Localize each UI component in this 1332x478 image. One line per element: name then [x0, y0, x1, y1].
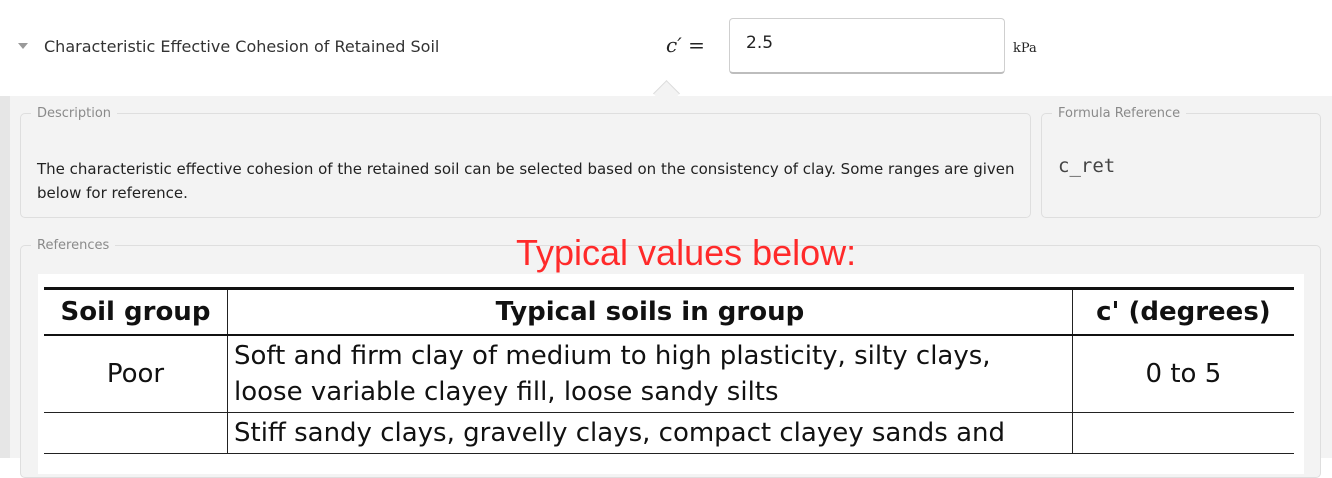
table-cell-value	[1072, 412, 1294, 454]
table-header-cohesion: c' (degrees)	[1072, 287, 1294, 336]
table-cell-soils: Soft and firm clay of medium to high pla…	[227, 335, 1073, 413]
references-legend: References	[37, 238, 110, 253]
table-header-row: Soil group Typical soils in group c' (de…	[44, 287, 1294, 336]
table-header-soil-group: Soil group	[44, 287, 228, 336]
table-cell-soils: Stiff sandy clays, gravelly clays, compa…	[227, 412, 1073, 454]
typical-values-table: Soil group Typical soils in group c' (de…	[44, 287, 1294, 454]
table-cell-value: 0 to 5	[1072, 335, 1294, 413]
reference-table-image: Soil group Typical soils in group c' (de…	[38, 274, 1304, 474]
description-text: The characteristic effective cohesion of…	[37, 160, 1015, 202]
formula-reference-code: c_ret	[1058, 155, 1116, 177]
table-header-typical-soils: Typical soils in group	[227, 287, 1073, 336]
formula-reference-legend: Formula Reference	[1058, 106, 1181, 121]
description-box: Description The characteristic effective…	[20, 106, 1031, 218]
table-cell-group	[44, 412, 228, 454]
table-cell-group: Poor	[44, 335, 228, 413]
parameter-unit: kPa	[1013, 41, 1037, 56]
table-row: Stiff sandy clays, gravelly clays, compa…	[44, 412, 1294, 454]
parameter-title: Characteristic Effective Cohesion of Ret…	[44, 37, 440, 56]
table-row: Poor Soft and firm clay of medium to hig…	[44, 335, 1294, 413]
formula-reference-box: Formula Reference c_ret	[1041, 106, 1321, 218]
parameter-symbol: c′ =	[666, 33, 705, 57]
parameter-value-input[interactable]: 2.5	[729, 18, 1005, 74]
description-legend: Description	[37, 106, 112, 121]
references-heading: Typical values below:	[516, 232, 857, 273]
caret-down-icon[interactable]	[18, 43, 28, 49]
